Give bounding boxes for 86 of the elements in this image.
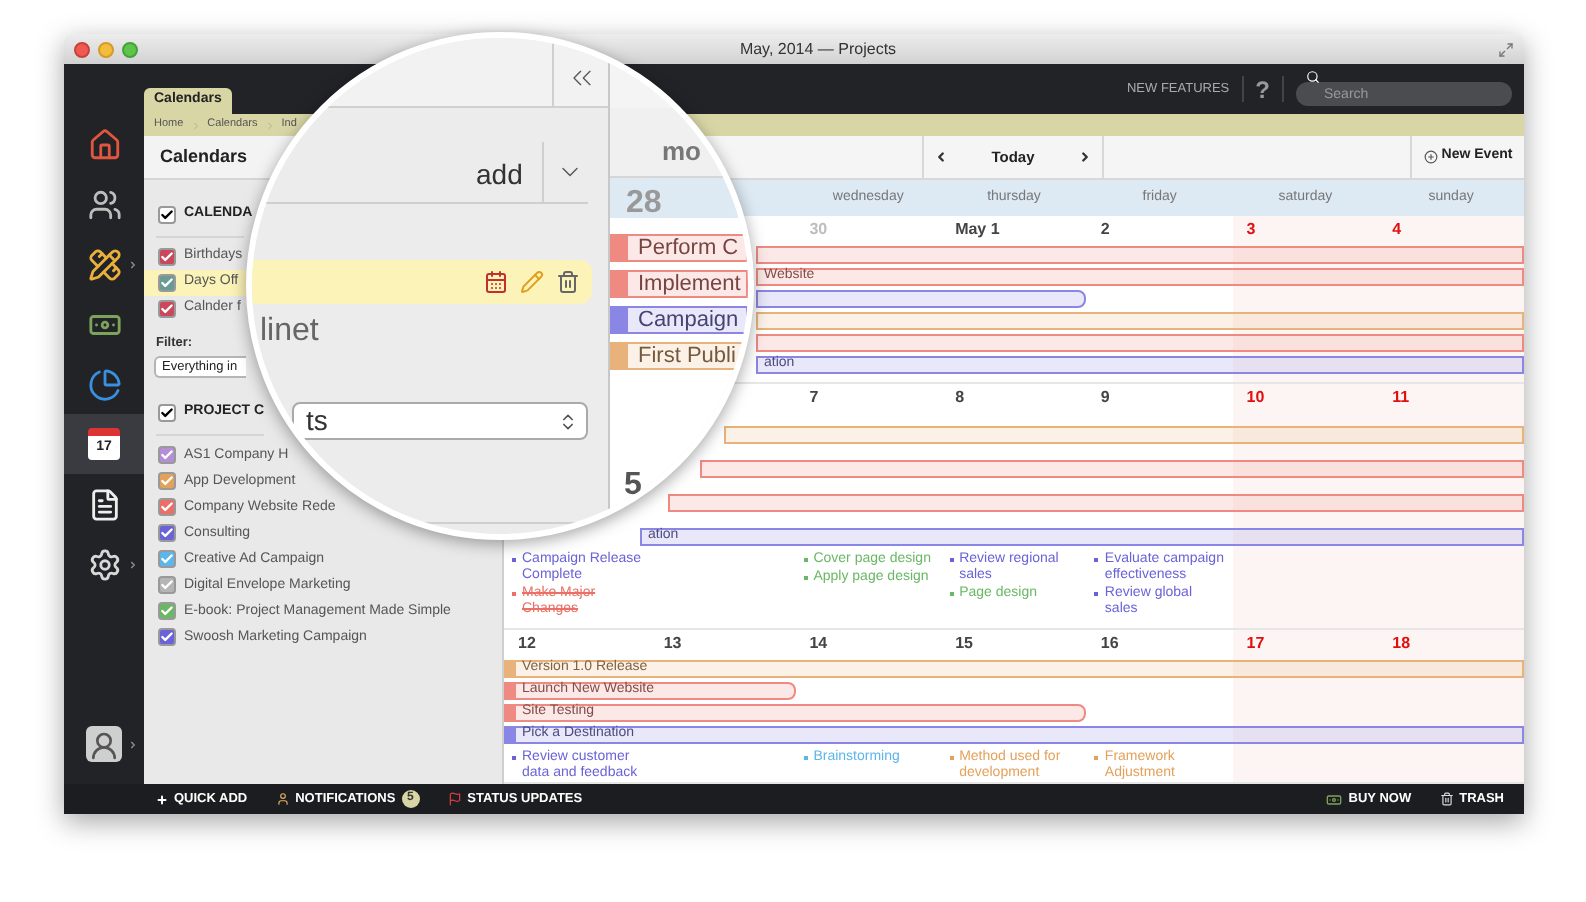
event-title: Perform C [638, 233, 739, 264]
event-title: Implement [638, 269, 741, 300]
plus-icon [156, 793, 168, 805]
people-icon [87, 187, 121, 221]
month-view-tab[interactable]: mo [662, 132, 701, 171]
date-number: 7 [809, 385, 819, 410]
checkbox[interactable] [158, 627, 176, 646]
date-number: 13 [663, 632, 682, 656]
task-bullet-icon [803, 575, 808, 580]
date-number: 10 [1246, 385, 1265, 410]
trash-icon [1439, 792, 1454, 806]
date-number: 4 [1392, 218, 1402, 242]
checkbox[interactable] [158, 471, 176, 490]
checkbox[interactable] [158, 404, 176, 422]
date-number: 16 [1100, 632, 1119, 656]
updown-icon [558, 411, 578, 431]
event-bar[interactable] [700, 459, 1524, 478]
panel-title: Calendars [160, 143, 248, 170]
event-color-strip [612, 272, 628, 296]
date-number: 17 [1246, 632, 1265, 656]
document-icon [87, 487, 121, 521]
date-number: 30 [809, 218, 828, 242]
date-number: 11 [1392, 385, 1410, 410]
date-number: 28 [626, 184, 662, 224]
filter-select[interactable]: ts [292, 402, 588, 440]
checkbox[interactable] [158, 601, 176, 620]
event-bar[interactable]: Implement [610, 270, 748, 298]
submenu-caret-icon [128, 739, 138, 749]
calendar-icon[interactable] [484, 270, 508, 294]
task-bullet-icon [949, 557, 954, 562]
checkbox[interactable] [158, 549, 176, 568]
event-color-strip [612, 236, 628, 260]
event-color-strip [612, 344, 628, 368]
checkbox[interactable] [158, 575, 176, 594]
event-bar[interactable]: Perform C [610, 234, 748, 262]
date-number: 12 [518, 632, 536, 656]
event-color-strip [612, 308, 628, 332]
checkbox[interactable] [158, 497, 176, 516]
date-number: 18 [1392, 632, 1411, 656]
event-bar[interactable] [756, 290, 1087, 308]
flag-icon [447, 792, 462, 806]
fullscreen-icon[interactable] [1498, 41, 1514, 57]
next-icon[interactable] [1078, 150, 1092, 164]
home-icon [87, 127, 121, 161]
date-number: 8 [955, 385, 965, 410]
event-bar[interactable]: Campaign [610, 306, 748, 334]
date-number: 9 [1100, 385, 1110, 410]
window-title: May, 2014 — Projects [737, 37, 899, 61]
task-bullet-icon [949, 591, 954, 596]
plus-icon [1423, 150, 1438, 164]
zoom-icon[interactable] [122, 41, 138, 57]
calendar-name: linet [260, 312, 319, 352]
help-button[interactable]: ? [1255, 71, 1270, 107]
checkbox[interactable] [158, 247, 176, 265]
close-icon[interactable] [74, 41, 90, 57]
date-number: 5 [624, 466, 642, 506]
pie-chart-icon [87, 367, 121, 401]
check-icon [160, 207, 174, 222]
checkbox[interactable] [158, 205, 176, 224]
task-bullet-icon [1094, 557, 1099, 562]
settings-icon [87, 547, 121, 581]
banknote-icon [1326, 791, 1343, 807]
avatar-icon [86, 726, 122, 762]
task-bullet-icon [1094, 591, 1099, 596]
submenu-caret-icon [128, 559, 138, 569]
person-icon [275, 792, 290, 806]
check-icon [160, 406, 174, 420]
date-number: 14 [809, 632, 828, 656]
pencil-ruler-icon [87, 247, 121, 281]
event-bar[interactable] [668, 493, 1524, 512]
event-title: First Publi [638, 341, 736, 372]
date-number: 15 [955, 632, 973, 656]
add-button[interactable]: add [476, 154, 523, 196]
checkbox[interactable] [158, 273, 176, 291]
task-bullet-icon [803, 557, 808, 562]
event-title: Campaign [638, 305, 739, 336]
search-icon [1306, 70, 1320, 84]
date-number: 2 [1100, 218, 1110, 242]
date-number: May 1 [955, 218, 1000, 242]
checkbox[interactable] [158, 445, 176, 464]
previous-icon[interactable] [934, 150, 948, 164]
submenu-caret-icon [128, 259, 138, 269]
checkbox[interactable] [158, 523, 176, 542]
trash-icon[interactable] [556, 270, 580, 294]
date-number: 3 [1246, 218, 1256, 242]
checkbox[interactable] [158, 299, 176, 317]
